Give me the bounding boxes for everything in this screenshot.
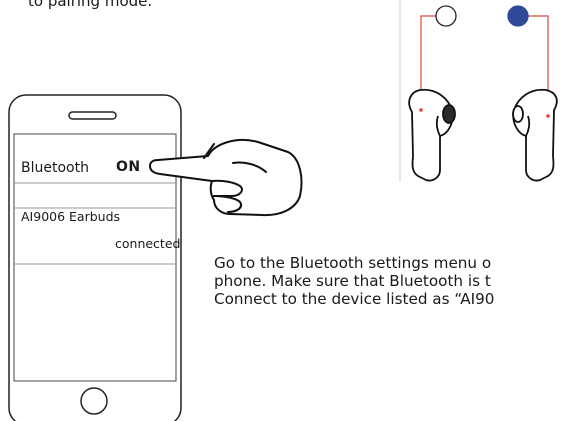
phone-illustration	[8, 94, 182, 421]
speaker-slot-icon	[68, 111, 117, 120]
left-led-dot-icon	[419, 108, 423, 112]
instruction-line: Connect to the device listed as “AI90	[214, 290, 495, 308]
bluetooth-setting-label: Bluetooth	[21, 160, 89, 176]
led-indicator-blue-icon	[507, 5, 529, 27]
home-button-icon	[80, 387, 108, 415]
device-connection-status: connected	[115, 236, 181, 251]
instruction-line: Go to the Bluetooth settings menu o	[214, 254, 492, 272]
right-earbud-icon	[512, 88, 558, 182]
earbuds-illustration	[399, 0, 558, 182]
led-indicator-white-icon	[435, 5, 457, 27]
pairing-instructions: Go to the Bluetooth settings menu o phon…	[214, 254, 494, 308]
left-earbud-icon	[408, 88, 456, 182]
device-list-item-name[interactable]: AI9006 Earbuds	[21, 209, 120, 224]
phone-body	[8, 94, 182, 421]
right-led-dot-icon	[546, 114, 550, 118]
bluetooth-toggle[interactable]: ON	[116, 159, 141, 175]
pointing-hand-icon	[149, 138, 303, 217]
instruction-line: phone. Make sure that Bluetooth is t	[214, 272, 491, 290]
